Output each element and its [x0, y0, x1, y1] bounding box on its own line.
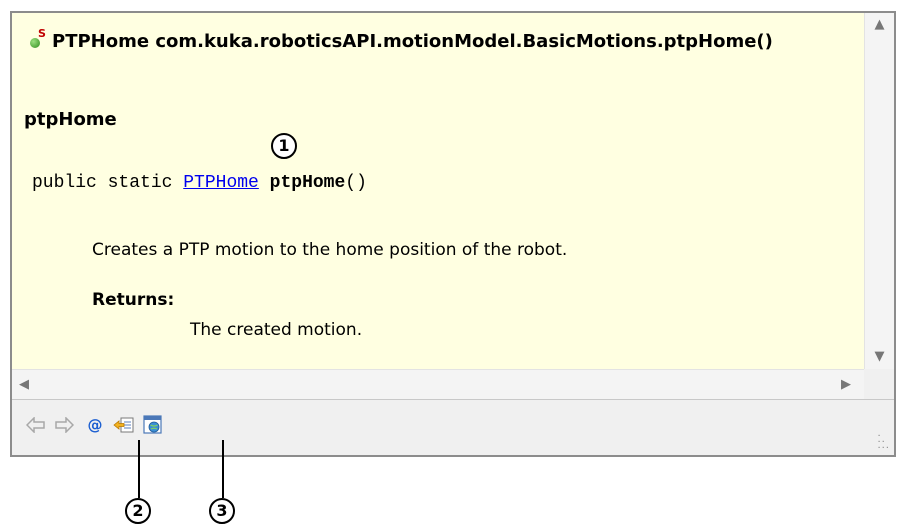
open-in-browser-button[interactable] [141, 413, 165, 437]
resize-grip-icon[interactable]: ...... [877, 429, 890, 451]
callout-2-leader [138, 440, 140, 498]
scroll-left-icon[interactable]: ◀ [12, 370, 36, 399]
scrollbar-corner [864, 369, 894, 399]
scroll-right-icon[interactable]: ▶ [834, 370, 858, 399]
scroll-up-icon[interactable]: ▲ [865, 13, 894, 37]
method-signature: public static PTPHome ptpHome() [32, 173, 367, 193]
vertical-scrollbar[interactable]: ▲ ▼ [864, 13, 894, 369]
open-declaration-icon [113, 417, 134, 433]
returns-label: Returns: [92, 290, 175, 310]
callout-1: 1 [271, 133, 297, 159]
return-type-link[interactable]: PTPHome [183, 173, 259, 193]
open-in-browser-icon [143, 415, 162, 434]
element-title: S PTPHome com.kuka.roboticsAPI.motionMod… [30, 27, 773, 52]
open-declaration-button[interactable] [112, 413, 136, 437]
svg-text:@: @ [88, 416, 103, 434]
callout-3: 3 [209, 498, 235, 524]
signature-method-name: ptpHome [269, 173, 346, 193]
popup-toolbar: @ ...... [12, 399, 894, 455]
at-sign-icon: @ [88, 416, 103, 434]
back-button[interactable] [24, 413, 48, 437]
back-arrow-icon [26, 417, 45, 433]
method-heading: ptpHome [24, 109, 117, 130]
scroll-down-icon[interactable]: ▼ [865, 345, 894, 369]
javadoc-content-area: S PTPHome com.kuka.roboticsAPI.motionMod… [12, 13, 864, 369]
show-javadoc-button[interactable]: @ [83, 413, 107, 437]
callout-2: 2 [125, 498, 151, 524]
horizontal-scrollbar[interactable]: ◀ ▶ [12, 369, 864, 399]
forward-arrow-icon [55, 417, 74, 433]
signature-params: () [345, 173, 367, 193]
method-description: Creates a PTP motion to the home positio… [92, 240, 568, 260]
element-title-text: PTPHome com.kuka.roboticsAPI.motionModel… [52, 31, 773, 52]
returns-text: The created motion. [190, 320, 363, 340]
callout-3-leader [222, 440, 224, 498]
forward-button[interactable] [52, 413, 76, 437]
signature-modifiers: public static [32, 173, 184, 193]
javadoc-hover-popup: S PTPHome com.kuka.roboticsAPI.motionMod… [10, 11, 896, 457]
static-method-icon: S [30, 27, 46, 49]
